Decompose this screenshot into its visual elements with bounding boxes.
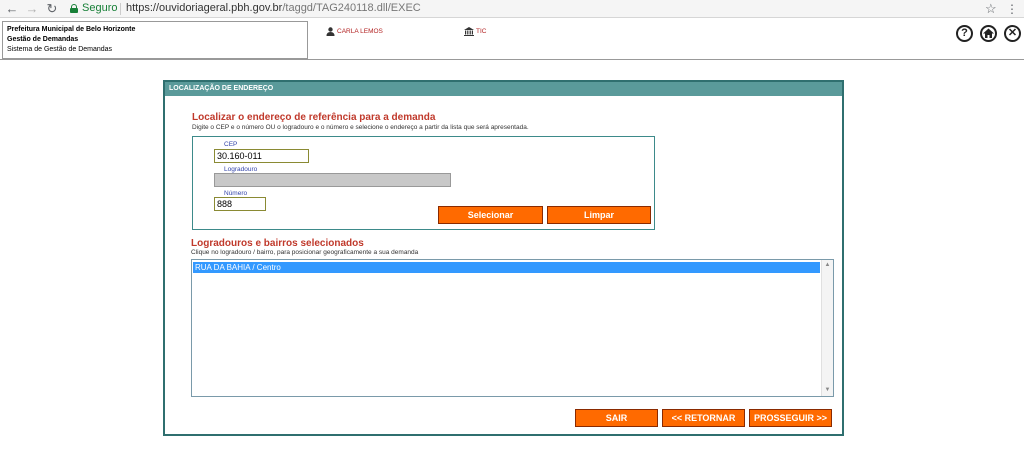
unit-info: TIC xyxy=(464,27,486,36)
numero-label: Número xyxy=(224,190,248,197)
list-title: Logradouros e bairros selecionados xyxy=(191,238,364,249)
bookmark-star-icon[interactable]: ☆ xyxy=(985,1,997,17)
scroll-up-icon[interactable]: ▲ xyxy=(822,260,833,271)
numero-input[interactable]: 888 xyxy=(214,197,266,211)
user-name: CARLA LEMOS xyxy=(337,28,383,36)
user-icon xyxy=(326,27,335,36)
home-icon[interactable] xyxy=(980,25,997,42)
list-item[interactable]: RUA DA BAHIA / Centro xyxy=(193,262,820,273)
clear-button[interactable]: Limpar xyxy=(547,206,651,224)
url-input[interactable]: https://ouvidoriageral.pbh.gov.br/taggd/… xyxy=(126,2,421,14)
address-form: CEP 30.160-011 Logradouro Número 888 Sel… xyxy=(192,136,655,230)
browser-menu-icon[interactable]: ⋮ xyxy=(1006,1,1018,17)
help-icon[interactable]: ? xyxy=(956,25,973,42)
panel-title: LOCALIZAÇÃO DE ENDEREÇO xyxy=(165,82,842,96)
secure-label: Seguro xyxy=(82,2,118,14)
list-scrollbar[interactable]: ▲ ▼ xyxy=(821,260,833,396)
system-name: Sistema de Gestão de Demandas xyxy=(7,46,113,53)
url-separator xyxy=(120,3,121,15)
address-location-panel: LOCALIZAÇÃO DE ENDEREÇO Localizar o ende… xyxy=(163,80,844,436)
cep-input[interactable]: 30.160-011 xyxy=(214,149,309,163)
close-icon[interactable]: ✕ xyxy=(1004,25,1021,42)
building-icon xyxy=(464,27,474,36)
forward-arrow-icon[interactable]: → xyxy=(24,1,40,17)
list-instructions: Clique no logradouro / bairro, para posi… xyxy=(191,249,419,256)
logradouro-input[interactable] xyxy=(214,173,451,187)
user-info: CARLA LEMOS xyxy=(326,27,383,36)
org-info-box: Prefeitura Municipal de Belo Horizonte G… xyxy=(2,21,308,59)
org-name: Prefeitura Municipal de Belo Horizonte xyxy=(7,26,136,33)
url-path: /taggd/TAG240118.dll/EXEC xyxy=(282,2,421,14)
back-button[interactable]: << RETORNAR xyxy=(662,409,745,427)
reload-icon[interactable]: ↻ xyxy=(44,1,60,17)
next-button[interactable]: PROSSEGUIR >> xyxy=(749,409,832,427)
unit-name: TIC xyxy=(476,28,487,36)
select-button[interactable]: Selecionar xyxy=(438,206,543,224)
locate-instructions: Digite o CEP e o número OU o logradouro … xyxy=(192,124,529,131)
back-arrow-icon[interactable]: ← xyxy=(4,1,20,17)
scroll-down-icon[interactable]: ▼ xyxy=(822,385,833,396)
exit-button[interactable]: SAIR xyxy=(575,409,658,427)
app-header: Prefeitura Municipal de Belo Horizonte G… xyxy=(0,19,1024,60)
browser-address-bar: ← → ↻ Seguro https://ouvidoriageral.pbh.… xyxy=(0,0,1024,18)
module-name: Gestão de Demandas xyxy=(7,36,79,43)
address-list[interactable]: RUA DA BAHIA / Centro ▲ ▼ xyxy=(191,259,834,397)
cep-label: CEP xyxy=(224,141,238,148)
url-host: https://ouvidoriageral.pbh.gov.br xyxy=(126,2,283,14)
locate-title: Localizar o endereço de referência para … xyxy=(192,112,436,123)
logradouro-label: Logradouro xyxy=(224,166,258,173)
lock-icon xyxy=(70,4,78,13)
